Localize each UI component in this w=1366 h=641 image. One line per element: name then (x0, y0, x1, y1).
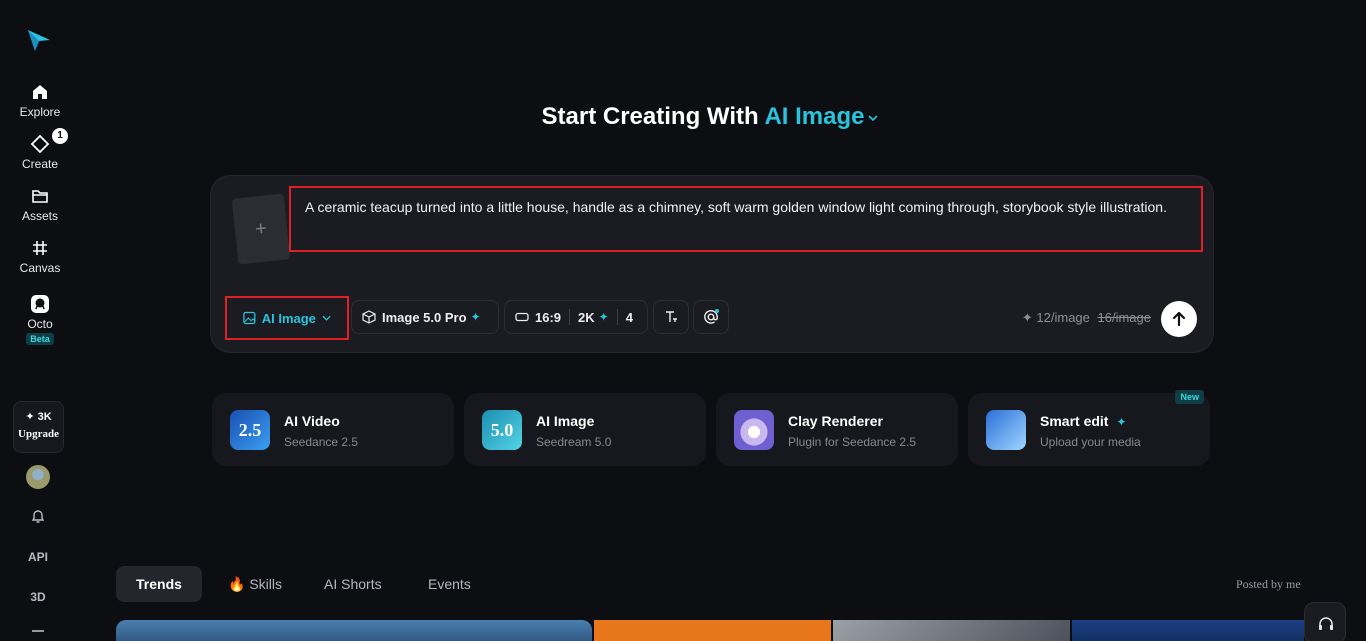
headset-icon (1319, 617, 1333, 630)
bell-icon (31, 510, 45, 523)
tab-ai-shorts[interactable]: AI Shorts (304, 566, 402, 602)
feature-card-ai-video[interactable]: 2.5 AI Video Seedance 2.5 (212, 393, 454, 466)
price-old: 16/image (1097, 310, 1151, 325)
app-logo-icon[interactable] (26, 27, 52, 53)
prompt-input[interactable]: A ceramic teacup turned into a little ho… (289, 186, 1203, 252)
ai-video-thumbnail: 2.5 (230, 410, 270, 450)
sidebar-item-assets[interactable]: Assets (0, 186, 80, 223)
feature-title: Clay Renderer (788, 413, 883, 429)
sidebar-item-canvas[interactable]: Canvas (0, 238, 80, 275)
submit-button[interactable] (1161, 301, 1197, 337)
notifications-button[interactable] (0, 509, 76, 528)
tab-trends[interactable]: Trends (116, 566, 202, 602)
cube-icon (362, 310, 376, 324)
mode-label: AI Image (261, 310, 316, 326)
feature-subtitle: Seedance 2.5 (284, 435, 359, 449)
feature-card-smart-edit[interactable]: Smart edit ✦ Upload your media New (968, 390, 1210, 466)
three-d-link[interactable]: 3D (0, 590, 76, 604)
credits-count: ✦ 3K (25, 411, 52, 423)
sidebar-item-create[interactable]: 1 Create (0, 128, 80, 171)
credit-icon: ✦ (1021, 310, 1033, 325)
feature-title: Smart edit ✦ (1040, 413, 1127, 429)
octo-icon (30, 294, 50, 314)
price-label: ✦ 12/image 16/image (1022, 310, 1151, 326)
plus-icon: + (254, 217, 268, 241)
sparkle-icon: ✦ (1116, 415, 1127, 429)
model-selector[interactable]: Image 5.0 Pro ✦ (351, 300, 499, 334)
tab-events[interactable]: Events (408, 566, 491, 602)
tab-skills[interactable]: 🔥 Skills (208, 566, 302, 602)
feature-subtitle: Plugin for Seedance 2.5 (788, 435, 917, 449)
chevron-down-icon (322, 315, 331, 321)
mention-button[interactable] (693, 300, 729, 334)
gallery-item[interactable] (1072, 620, 1304, 641)
model-label: Image 5.0 Pro (382, 309, 467, 325)
upload-image-button[interactable]: + (231, 193, 291, 265)
feather-icon (986, 410, 1026, 450)
menu-icon[interactable] (0, 628, 76, 641)
text-style-button[interactable] (653, 300, 689, 334)
output-settings[interactable]: 16:9 2K ✦ 4 (504, 300, 648, 334)
sidebar-item-label: Assets (21, 209, 58, 223)
title-accent: AI Image (764, 103, 865, 130)
title-prefix: Start Creating With (541, 103, 759, 130)
new-badge: New (1175, 390, 1204, 404)
sidebar: Explore 1 Create Assets Canvas Octo Beta… (0, 0, 80, 641)
posted-by-filter[interactable]: Posted by me (1236, 577, 1301, 592)
sidebar-item-label: Octo (27, 317, 53, 331)
text-icon (666, 311, 677, 322)
chevron-down-icon (868, 115, 879, 121)
grid-icon (30, 238, 50, 258)
diamond-icon: 1 (30, 128, 68, 154)
quality-label: 2K (578, 309, 595, 325)
arrow-up-icon (1172, 311, 1186, 327)
beta-tag: Beta (26, 333, 54, 345)
feature-subtitle: Upload your media (1040, 435, 1141, 449)
sidebar-item-octo[interactable]: Octo Beta (0, 294, 80, 345)
upgrade-button[interactable]: ✦ 3K Upgrade (13, 401, 64, 453)
avatar[interactable] (26, 465, 50, 489)
api-link[interactable]: API (0, 550, 76, 564)
gallery-item[interactable] (116, 620, 592, 641)
feature-card-clay-renderer[interactable]: Clay Renderer Plugin for Seedance 2.5 (716, 393, 958, 466)
image-icon (243, 311, 256, 325)
home-icon (30, 82, 50, 102)
aspect-ratio-icon (515, 312, 529, 322)
ai-image-thumbnail: 5.0 (482, 410, 522, 450)
sparkle-icon: ✦ (598, 310, 609, 324)
page-title: Start Creating With AI Image (0, 103, 1366, 131)
ratio-label: 16:9 (535, 309, 562, 325)
upgrade-label: Upgrade (18, 428, 59, 440)
sidebar-item-label: Create (21, 157, 59, 171)
title-mode-dropdown[interactable]: AI Image (764, 103, 879, 130)
prompt-card: + A ceramic teacup turned into a little … (210, 175, 1214, 353)
folder-icon (30, 186, 50, 206)
feature-title: AI Video (284, 413, 340, 429)
sidebar-item-label: Canvas (19, 261, 61, 275)
gallery-item[interactable] (594, 620, 831, 641)
price-current: 12/image (1036, 310, 1090, 325)
at-icon (704, 309, 719, 324)
sparkle-icon: ✦ (470, 310, 481, 324)
mode-dropdown[interactable]: AI Image (225, 296, 349, 340)
prompt-text: A ceramic teacup turned into a little ho… (305, 199, 1167, 215)
support-button[interactable] (1304, 602, 1346, 641)
gallery-item[interactable] (833, 620, 1070, 641)
feature-subtitle: Seedream 5.0 (536, 435, 612, 449)
count-label: 4 (625, 309, 633, 325)
feature-title: AI Image (536, 413, 595, 429)
flower-icon (734, 410, 774, 450)
feature-card-ai-image[interactable]: 5.0 AI Image Seedream 5.0 (464, 393, 706, 466)
